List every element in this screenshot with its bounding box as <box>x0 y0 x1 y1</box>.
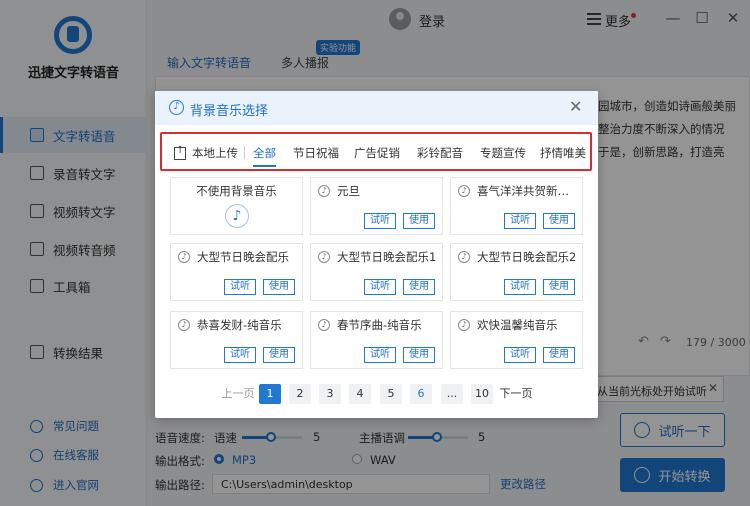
category-promotion[interactable]: 广告促销 <box>354 145 400 161</box>
listen-button[interactable]: 试听 <box>224 279 256 295</box>
listen-button[interactable]: 试听 <box>364 279 396 295</box>
page-button[interactable]: 1 <box>259 384 281 404</box>
use-button[interactable]: 使用 <box>403 213 435 229</box>
music-title: 大型节日晚会配乐2 <box>477 250 577 264</box>
music-note-icon: ♪ <box>225 204 249 228</box>
local-upload-button[interactable]: 本地上传 <box>174 145 238 161</box>
music-card: ♪ 春节序曲-纯音乐 试听 使用 <box>310 311 443 369</box>
music-title: 欢快温馨纯音乐 <box>477 318 558 332</box>
category-all[interactable]: 全部 <box>253 145 276 167</box>
music-title: 恭喜发财-纯音乐 <box>197 318 282 332</box>
page-button[interactable]: 5 <box>380 384 402 404</box>
pagination: 上一页 1 2 3 4 5 6 ... 10 下一页 <box>155 384 598 406</box>
listen-button[interactable]: 试听 <box>504 213 536 229</box>
use-button[interactable]: 使用 <box>543 279 575 295</box>
listen-button[interactable]: 试听 <box>364 347 396 363</box>
use-button[interactable]: 使用 <box>403 347 435 363</box>
category-ringtone[interactable]: 彩铃配音 <box>417 145 463 161</box>
music-card: ♪ 欢快温馨纯音乐 试听 使用 <box>450 311 583 369</box>
listen-button[interactable]: 试听 <box>224 347 256 363</box>
close-icon[interactable]: ✕ <box>569 97 582 116</box>
upload-icon <box>174 145 186 160</box>
background-music-dialog: ♪ 背景音乐选择 ✕ 本地上传 全部 节日祝福 广告促销 彩铃配音 专题宣传 抒… <box>155 91 598 418</box>
page-button[interactable]: 2 <box>289 384 311 404</box>
music-note-icon: ♪ <box>169 100 184 115</box>
music-title: 大型节日晚会配乐1 <box>337 250 437 264</box>
no-music-label: 不使用背景音乐 <box>196 184 277 198</box>
music-note-icon: ♪ <box>458 185 470 197</box>
page-button[interactable]: 6 <box>410 384 432 404</box>
dialog-header: ♪ 背景音乐选择 ✕ <box>155 91 598 125</box>
local-upload-label: 本地上传 <box>192 146 238 160</box>
music-title: 喜气洋洋共贺新年... <box>477 184 579 198</box>
use-button[interactable]: 使用 <box>403 279 435 295</box>
dialog-title: 背景音乐选择 <box>190 104 269 119</box>
use-button[interactable]: 使用 <box>263 279 295 295</box>
music-card: ♪ 大型节日晚会配乐2 试听 使用 <box>450 243 583 301</box>
prev-page-button[interactable]: 上一页 <box>221 384 255 404</box>
page-button[interactable]: 10 <box>471 384 493 404</box>
music-note-icon: ♪ <box>318 185 330 197</box>
music-card: ♪ 恭喜发财-纯音乐 试听 使用 <box>170 311 303 369</box>
use-button[interactable]: 使用 <box>263 347 295 363</box>
listen-button[interactable]: 试听 <box>504 347 536 363</box>
music-note-icon: ♪ <box>178 251 190 263</box>
music-note-icon: ♪ <box>178 319 190 331</box>
listen-button[interactable]: 试听 <box>364 213 396 229</box>
music-title: 大型节日晚会配乐 <box>197 250 289 264</box>
music-card: ♪ 喜气洋洋共贺新年... 试听 使用 <box>450 177 583 235</box>
no-music-card[interactable]: 不使用背景音乐 ♪ <box>170 177 303 235</box>
category-lyrical[interactable]: 抒情唯美 <box>540 145 586 161</box>
next-page-button[interactable]: 下一页 <box>499 384 533 404</box>
music-card: ♪ 元旦 试听 使用 <box>310 177 443 235</box>
music-note-icon: ♪ <box>458 251 470 263</box>
music-title: 春节序曲-纯音乐 <box>337 318 422 332</box>
page-button[interactable]: 4 <box>349 384 371 404</box>
category-bar: 本地上传 全部 节日祝福 广告促销 彩铃配音 专题宣传 抒情唯美 <box>160 132 592 171</box>
music-title: 元旦 <box>337 184 360 198</box>
music-note-icon: ♪ <box>318 251 330 263</box>
music-note-icon: ♪ <box>318 319 330 331</box>
use-button[interactable]: 使用 <box>543 347 575 363</box>
category-feature[interactable]: 专题宣传 <box>480 145 526 161</box>
music-card: ♪ 大型节日晚会配乐1 试听 使用 <box>310 243 443 301</box>
page-button[interactable]: 3 <box>319 384 341 404</box>
music-note-icon: ♪ <box>458 319 470 331</box>
category-holiday[interactable]: 节日祝福 <box>293 145 339 161</box>
listen-button[interactable]: 试听 <box>504 279 536 295</box>
page-ellipsis[interactable]: ... <box>441 384 463 404</box>
use-button[interactable]: 使用 <box>543 213 575 229</box>
divider <box>244 146 245 159</box>
music-card: ♪ 大型节日晚会配乐 试听 使用 <box>170 243 303 301</box>
